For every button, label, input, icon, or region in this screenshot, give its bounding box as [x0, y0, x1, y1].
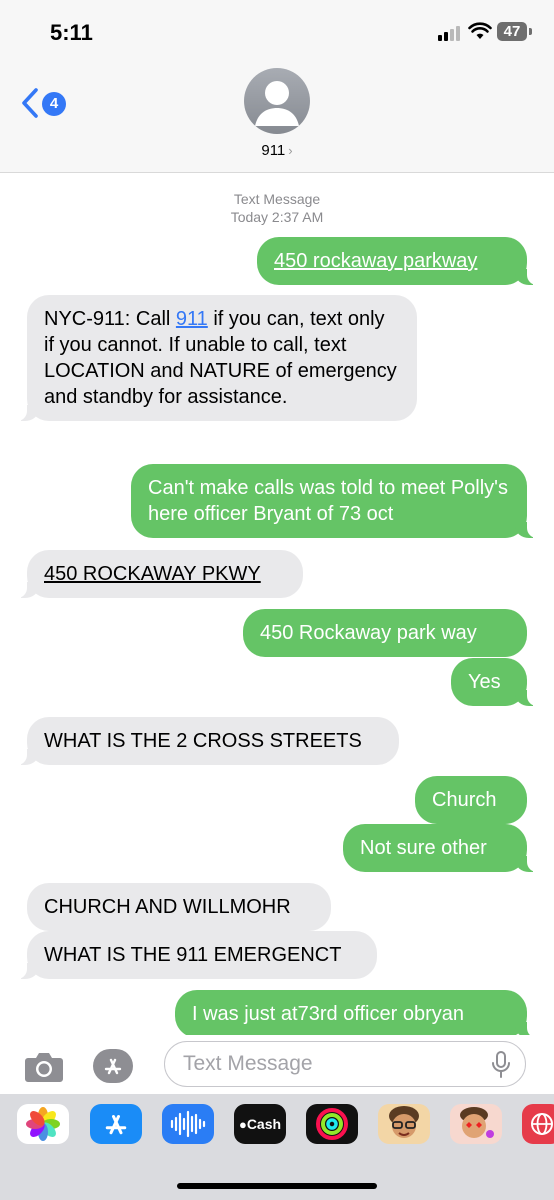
- conversation-header: 4 911 ›: [0, 62, 554, 173]
- app-store-icon: [104, 1058, 122, 1075]
- wifi-icon: [468, 22, 492, 39]
- message-text: Not sure other: [360, 837, 487, 859]
- photos-app-icon[interactable]: [17, 1104, 69, 1144]
- status-time: 5:11: [50, 20, 93, 45]
- unread-count-badge: 4: [42, 92, 66, 116]
- app-store-icon: [105, 1115, 127, 1135]
- received-message-bubble[interactable]: 450 ROCKAWAY PKWY: [13, 550, 303, 598]
- message-text: Yes: [468, 671, 501, 693]
- address-link[interactable]: 450 ROCKAWAY PKWY: [44, 563, 261, 585]
- message-text: 450 Rockaway park way: [260, 622, 477, 644]
- message-text: CHURCH AND WILLMOHR: [44, 896, 291, 918]
- sent-message-bubble[interactable]: 450 Rockaway park way: [243, 609, 527, 657]
- photos-flower-icon: [26, 1107, 60, 1141]
- sent-message-bubble[interactable]: Yes: [451, 658, 541, 706]
- cellular-signal-icon: [438, 25, 462, 41]
- address-link[interactable]: 450 rockaway parkway: [274, 250, 477, 272]
- memoji-stickers-app-icon[interactable]: [450, 1104, 502, 1144]
- sent-message-bubble[interactable]: I was just at73rd officer obryan: [175, 990, 541, 1038]
- received-message-bubble[interactable]: WHAT IS THE 2 CROSS STREETS: [13, 717, 399, 765]
- activity-app-icon[interactable]: [306, 1104, 358, 1144]
- waveform-icon: [170, 1110, 206, 1138]
- sent-message-bubble[interactable]: Not sure other: [343, 824, 541, 872]
- sent-message-bubble[interactable]: Can't make calls was told to meet Polly'…: [131, 464, 541, 538]
- status-bar: 5:11 47: [0, 0, 554, 62]
- memoji-app-icon[interactable]: [378, 1104, 430, 1144]
- timestamp-time: Today 2:37 AM: [230, 209, 324, 225]
- web-search-app-icon[interactable]: [522, 1104, 554, 1144]
- activity-rings-icon: [316, 1108, 348, 1140]
- chevron-left-icon: [22, 88, 38, 118]
- message-text: I was just at73rd officer obryan: [192, 1003, 464, 1025]
- battery-level: 47: [503, 23, 521, 40]
- phone-link[interactable]: 911: [176, 308, 208, 330]
- chevron-right-icon: ›: [288, 143, 293, 158]
- thread-timestamp: Text Message Today 2:37 AM: [0, 190, 554, 226]
- app-store-app-icon[interactable]: [90, 1104, 142, 1144]
- received-message-bubble[interactable]: CHURCH AND WILLMOHR: [27, 883, 331, 931]
- message-thread[interactable]: Text Message Today 2:37 AM 450 rockaway …: [0, 172, 554, 1042]
- home-indicator[interactable]: [177, 1183, 377, 1189]
- back-button[interactable]: 4: [20, 86, 80, 120]
- person-silhouette-icon: [255, 81, 299, 126]
- globe-icon: [531, 1113, 553, 1135]
- sent-message-bubble[interactable]: Church: [415, 776, 527, 824]
- message-text: WHAT IS THE 911 EMERGENCT: [44, 944, 342, 966]
- message-input[interactable]: [164, 1041, 526, 1087]
- message-text: NYC-911: Call: [44, 308, 176, 330]
- sent-message-bubble[interactable]: 450 rockaway parkway: [257, 237, 541, 285]
- received-message-bubble[interactable]: NYC-911: Call 911 if you can, text only …: [13, 295, 417, 421]
- memoji-face-icon: [389, 1106, 419, 1138]
- message-text: Church: [432, 789, 497, 811]
- app-store-button[interactable]: [93, 1049, 133, 1083]
- timestamp-service: Text Message: [233, 191, 321, 207]
- contact-name-button[interactable]: 911 ›: [0, 142, 554, 159]
- message-composer: [0, 1035, 554, 1097]
- microphone-icon[interactable]: [490, 1051, 512, 1079]
- camera-icon[interactable]: [24, 1049, 64, 1083]
- battery-icon: 47: [497, 22, 527, 41]
- audio-message-app-icon[interactable]: [162, 1104, 214, 1144]
- message-text: WHAT IS THE 2 CROSS STREETS: [44, 730, 362, 752]
- contact-name: 911: [261, 142, 286, 159]
- battery-cap: [529, 28, 532, 35]
- sticker-face-icon: [460, 1107, 494, 1138]
- apple-cash-label: Cash: [246, 1116, 282, 1132]
- contact-avatar[interactable]: [244, 68, 310, 134]
- apple-cash-app-icon[interactable]: ● Cash: [234, 1104, 286, 1144]
- received-message-bubble[interactable]: WHAT IS THE 911 EMERGENCT: [13, 931, 377, 979]
- message-text: Can't make calls was told to meet Polly'…: [148, 477, 508, 525]
- apple-logo-icon: ●: [238, 1116, 247, 1132]
